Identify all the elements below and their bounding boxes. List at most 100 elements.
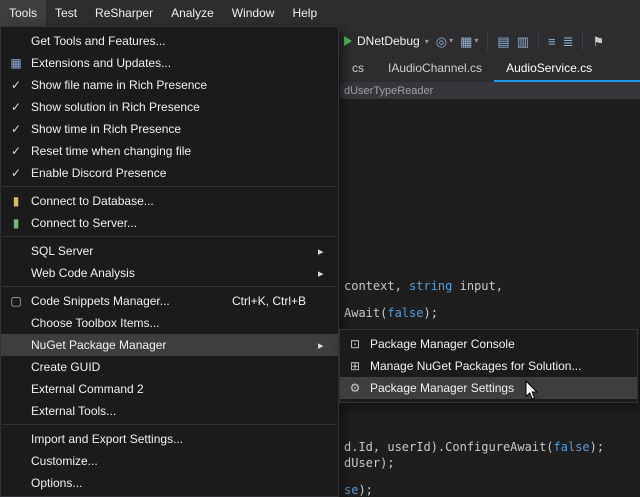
submenu-item-label: Manage NuGet Packages for Solution... xyxy=(370,359,637,373)
code-text: input, xyxy=(452,279,503,293)
code-map-icon[interactable]: ▦▾ xyxy=(460,35,478,48)
menu-item-label: Import and Export Settings... xyxy=(31,432,336,446)
checkmark-icon: ✓ xyxy=(1,79,31,91)
menu-item-customize[interactable]: Customize... xyxy=(1,450,338,472)
navigate-backward-icon[interactable]: ▤ xyxy=(497,35,509,48)
menu-item-code-snippets-manager[interactable]: ▢Code Snippets Manager...Ctrl+K, Ctrl+B xyxy=(1,290,338,312)
tab-cs[interactable]: cs xyxy=(340,56,376,82)
menubar-item-analyze[interactable]: Analyze xyxy=(162,0,223,26)
menu-separator xyxy=(2,186,337,187)
menu-item-label: Show solution in Rich Presence xyxy=(31,100,336,114)
menu-item-get-tools-and-features[interactable]: Get Tools and Features... xyxy=(1,30,338,52)
code-text: Await( xyxy=(344,306,387,320)
line-list-icon[interactable]: ≡ xyxy=(548,35,556,48)
menu-item-import-and-export-settings[interactable]: Import and Export Settings... xyxy=(1,428,338,450)
menubar-item-tools[interactable]: Tools xyxy=(0,0,46,26)
toolbar-separator xyxy=(582,32,583,50)
tab-label: cs xyxy=(352,61,364,75)
tab-label: AudioService.cs xyxy=(506,61,592,75)
menu-item-label: SQL Server xyxy=(31,244,318,258)
menu-item-external-tools[interactable]: External Tools... xyxy=(1,400,338,422)
server-icon: ▮ xyxy=(1,217,31,229)
checkmark-icon: ✓ xyxy=(1,123,31,135)
code-line: context, string input, xyxy=(344,279,503,293)
code-text: context, xyxy=(344,279,409,293)
menu-item-external-command-2[interactable]: External Command 2 xyxy=(1,378,338,400)
submenu-arrow-icon: ▸ xyxy=(318,267,336,280)
code-text: ); xyxy=(423,306,437,320)
gear-icon: ⚙ xyxy=(340,382,370,394)
debug-target-label: DNetDebug xyxy=(357,34,420,48)
toolbar-separator xyxy=(487,32,488,50)
submenu-item-manage-nuget-packages-for-solution[interactable]: ⊞Manage NuGet Packages for Solution... xyxy=(340,355,637,377)
menu-item-create-guid[interactable]: Create GUID xyxy=(1,356,338,378)
code-text: string xyxy=(409,279,452,293)
database-icon: ▮ xyxy=(1,195,31,207)
chevron-down-icon: ▾ xyxy=(449,37,453,45)
menu-item-label: Connect to Server... xyxy=(31,216,336,230)
menu-separator xyxy=(2,424,337,425)
menu-item-label: NuGet Package Manager xyxy=(31,338,318,352)
tools-menu: Get Tools and Features...▦Extensions and… xyxy=(0,26,339,497)
code-line: d.Id, userId).ConfigureAwait(false); xyxy=(344,440,604,454)
submenu-item-package-manager-settings[interactable]: ⚙Package Manager Settings xyxy=(340,377,637,399)
start-debug-icon xyxy=(344,36,352,46)
menu-item-enable-discord-presence[interactable]: ✓Enable Discord Presence xyxy=(1,162,338,184)
menu-item-label: Options... xyxy=(31,476,336,490)
menubar-item-resharper[interactable]: ReSharper xyxy=(86,0,162,26)
editor-heading-strip: dUserTypeReader xyxy=(340,82,640,99)
checkmark-icon: ✓ xyxy=(1,167,31,179)
toolbar-separator xyxy=(538,32,539,50)
menu-item-label: Show file name in Rich Presence xyxy=(31,78,336,92)
menubar-item-window[interactable]: Window xyxy=(223,0,284,26)
menu-item-extensions-and-updates[interactable]: ▦Extensions and Updates... xyxy=(1,52,338,74)
tab-underline-extension xyxy=(604,56,640,82)
menu-item-label: External Tools... xyxy=(31,404,336,418)
menu-item-label: External Command 2 xyxy=(31,382,336,396)
editor-heading-text: dUserTypeReader xyxy=(344,85,433,97)
menubar-item-test[interactable]: Test xyxy=(46,0,86,26)
chevron-down-icon[interactable]: ▾ xyxy=(425,37,429,46)
menu-item-label: Choose Toolbox Items... xyxy=(31,316,336,330)
menu-item-nuget-package-manager[interactable]: NuGet Package Manager▸ xyxy=(1,334,338,356)
debug-start-button[interactable]: DNetDebug ▾ xyxy=(344,34,429,48)
tab-iaudiochannel-cs[interactable]: IAudioChannel.cs xyxy=(376,56,494,82)
menubar-item-help[interactable]: Help xyxy=(283,0,326,26)
menu-item-label: Customize... xyxy=(31,454,336,468)
menu-item-show-time-in-rich-presence[interactable]: ✓Show time in Rich Presence xyxy=(1,118,338,140)
menu-item-sql-server[interactable]: SQL Server▸ xyxy=(1,240,338,262)
submenu-arrow-icon: ▸ xyxy=(318,245,336,258)
code-line: dUser); xyxy=(344,456,395,470)
menu-item-reset-time-when-changing-file[interactable]: ✓Reset time when changing file xyxy=(1,140,338,162)
manage-packages-icon: ⊞ xyxy=(340,360,370,372)
outline-list-icon[interactable]: ≣ xyxy=(563,35,574,48)
submenu-item-label: Package Manager Console xyxy=(370,337,637,351)
bookmark-flag-icon[interactable]: ⚑ xyxy=(592,35,604,48)
code-text: false xyxy=(387,306,423,320)
checkmark-icon: ✓ xyxy=(1,145,31,157)
menu-item-options[interactable]: Options... xyxy=(1,472,338,494)
tab-audioservice-cs[interactable]: AudioService.cs xyxy=(494,56,604,82)
menu-item-shortcut: Ctrl+K, Ctrl+B xyxy=(232,294,306,308)
chevron-down-icon: ▾ xyxy=(474,37,478,45)
navigate-forward-icon[interactable]: ▥ xyxy=(517,35,529,48)
menu-item-label: Show time in Rich Presence xyxy=(31,122,336,136)
menu-item-web-code-analysis[interactable]: Web Code Analysis▸ xyxy=(1,262,338,284)
menu-item-connect-to-server[interactable]: ▮Connect to Server... xyxy=(1,212,338,234)
console-icon: ⊡ xyxy=(340,338,370,350)
menu-item-label: Enable Discord Presence xyxy=(31,166,336,180)
menu-item-label: Code Snippets Manager... xyxy=(31,294,232,308)
menu-item-choose-toolbox-items[interactable]: Choose Toolbox Items... xyxy=(1,312,338,334)
menu-item-label: Web Code Analysis xyxy=(31,266,318,280)
snippets-icon: ▢ xyxy=(1,295,31,307)
tab-strip: cs IAudioChannel.cs AudioService.cs xyxy=(340,56,640,82)
menu-item-label: Extensions and Updates... xyxy=(31,56,336,70)
attach-process-icon[interactable]: ◎▾ xyxy=(436,35,453,48)
submenu-item-package-manager-console[interactable]: ⊡Package Manager Console xyxy=(340,333,637,355)
code-text: dUser); xyxy=(344,456,395,470)
menu-item-show-solution-in-rich-presence[interactable]: ✓Show solution in Rich Presence xyxy=(1,96,338,118)
submenu-item-label: Package Manager Settings xyxy=(370,381,637,395)
menu-separator xyxy=(2,286,337,287)
menu-item-show-file-name-in-rich-presence[interactable]: ✓Show file name in Rich Presence xyxy=(1,74,338,96)
menu-item-connect-to-database[interactable]: ▮Connect to Database... xyxy=(1,190,338,212)
